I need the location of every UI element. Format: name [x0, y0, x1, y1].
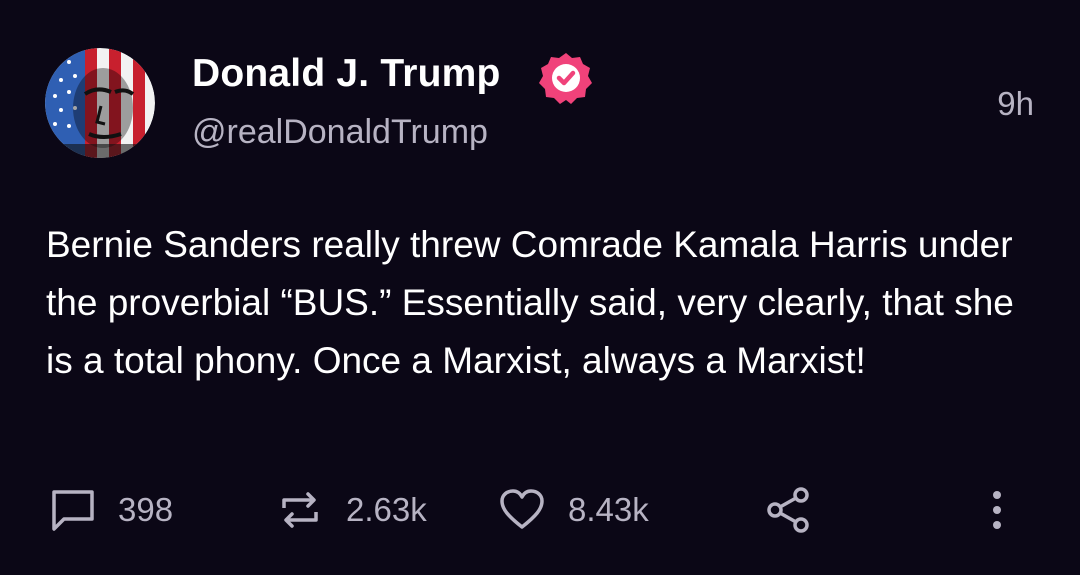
- reply-button[interactable]: 398: [50, 485, 173, 535]
- author-handle[interactable]: @realDonaldTrump: [192, 113, 488, 152]
- reply-count: 398: [118, 491, 174, 528]
- avatar[interactable]: [45, 48, 155, 158]
- comment-icon: [52, 490, 94, 531]
- more-options-button[interactable]: [982, 485, 1012, 535]
- repost-icon: [282, 492, 318, 528]
- share-button[interactable]: [766, 485, 812, 535]
- repost-count: 2.63k: [346, 491, 427, 528]
- post-timestamp[interactable]: 9h: [997, 85, 1034, 123]
- verified-badge-icon: [538, 50, 594, 106]
- share-icon: [767, 487, 809, 533]
- like-button[interactable]: 8.43k: [498, 485, 649, 535]
- repost-button[interactable]: 2.63k: [276, 485, 427, 535]
- post-text: Bernie Sanders really threw Comrade Kama…: [46, 224, 1014, 381]
- avatar-image: [45, 48, 155, 158]
- like-count: 8.43k: [568, 491, 649, 528]
- more-vertical-icon: [993, 491, 1001, 529]
- post-actions: 398 2.63k 8.43k: [0, 485, 1080, 535]
- heart-icon: [500, 489, 544, 529]
- post-card: Donald J. Trump @realDonaldTrump 9h Bern…: [0, 0, 1080, 575]
- author-name[interactable]: Donald J. Trump: [192, 52, 501, 96]
